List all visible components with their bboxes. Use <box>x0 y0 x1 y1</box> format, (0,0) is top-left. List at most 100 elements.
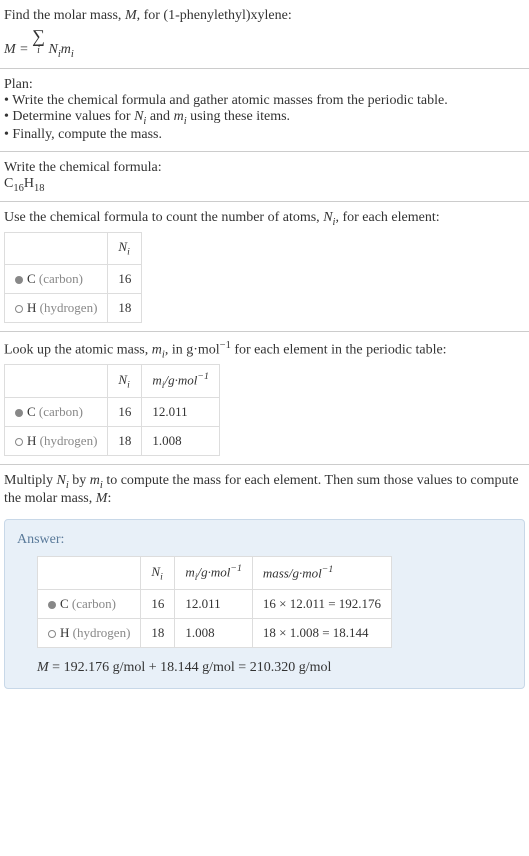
table-row: H (hydrogen) 18 <box>5 293 142 322</box>
mass-header: mass/g·mol−1 <box>252 556 391 589</box>
table-header-row: Ni mi/g·mol−1 <box>5 365 220 398</box>
element-cell: C (carbon) <box>5 264 108 293</box>
intro-var-m: M <box>125 8 137 23</box>
m-value: 12.011 <box>175 589 252 618</box>
intro-section: Find the molar mass, M, for (1-phenyleth… <box>0 0 529 69</box>
dot-icon <box>48 630 56 638</box>
element-cell: H (hydrogen) <box>5 427 108 456</box>
element-cell: H (hydrogen) <box>5 293 108 322</box>
molar-mass-formula: M = ∑i Nimi <box>4 26 525 60</box>
count-h-prefix: Use the chemical formula to count the nu… <box>4 210 323 225</box>
multiply-section: Multiply Ni by mi to compute the mass fo… <box>0 465 529 515</box>
m-value: 1.008 <box>142 427 219 456</box>
plan-b2-and: and <box>146 109 173 124</box>
formula-eq: = <box>16 42 32 57</box>
empty-header <box>5 365 108 398</box>
sigma-symbol: ∑ <box>32 26 45 47</box>
el-symbol: H <box>27 433 36 448</box>
intro-line: Find the molar mass, M, for (1-phenyleth… <box>4 8 525 24</box>
table-row: H (hydrogen) 18 1.008 <box>5 427 220 456</box>
plan-bullet-2: • Determine values for Ni and mi using t… <box>4 109 525 127</box>
sigma-wrap: ∑i <box>32 26 45 56</box>
n-value: 18 <box>108 427 142 456</box>
atomic-table: Ni mi/g·mol−1 C (carbon) 16 12.011 H (hy… <box>4 364 220 456</box>
mass-value: 16 × 12.011 = 192.176 <box>252 589 391 618</box>
chem-c: C <box>4 176 13 191</box>
atomic-h-mid: , in g·mol <box>165 342 220 357</box>
element-cell: C (carbon) <box>38 589 141 618</box>
table-row: H (hydrogen) 18 1.008 18 × 1.008 = 18.14… <box>38 618 392 647</box>
final-eq: = 192.176 g/mol + 18.144 g/mol = 210.320… <box>49 660 332 675</box>
intro-suffix: , for (1-phenylethyl)xylene: <box>137 8 292 23</box>
atomic-h-exp: −1 <box>220 340 231 351</box>
table-row: C (carbon) 16 <box>5 264 142 293</box>
n-header: Ni <box>108 233 142 265</box>
plan-section: Plan: • Write the chemical formula and g… <box>0 69 529 152</box>
n-header: Ni <box>108 365 142 398</box>
element-cell: H (hydrogen) <box>38 618 141 647</box>
el-symbol: C <box>27 404 36 419</box>
el-name: (carbon) <box>69 596 116 611</box>
table-header-row: Ni <box>5 233 142 265</box>
chem-h: H <box>24 176 34 191</box>
m-value: 12.011 <box>142 398 219 427</box>
chem-c-n: 16 <box>13 182 24 193</box>
plan-b2-m: m <box>174 109 184 124</box>
plan-bullet-3: • Finally, compute the mass. <box>4 127 525 143</box>
plan-bullet-1: • Write the chemical formula and gather … <box>4 93 525 109</box>
empty-header <box>38 556 141 589</box>
dot-icon <box>15 438 23 446</box>
atomic-h-m: m <box>152 342 162 357</box>
m-header: mi/g·mol−1 <box>142 365 219 398</box>
dot-icon <box>15 305 23 313</box>
el-name: (hydrogen) <box>69 625 130 640</box>
mult-m: m <box>90 473 100 488</box>
el-symbol: H <box>27 300 36 315</box>
dot-icon <box>48 601 56 609</box>
empty-header <box>5 233 108 265</box>
answer-box: Answer: Ni mi/g·mol−1 mass/g·mol−1 C (ca… <box>4 519 525 689</box>
el-symbol: H <box>60 625 69 640</box>
element-cell: C (carbon) <box>5 398 108 427</box>
table-header-row: Ni mi/g·mol−1 mass/g·mol−1 <box>38 556 392 589</box>
count-section: Use the chemical formula to count the nu… <box>0 202 529 331</box>
formula-n: N <box>48 42 57 57</box>
plan-heading: Plan: <box>4 77 525 93</box>
atomic-h-suffix: for each element in the periodic table: <box>231 342 447 357</box>
mult-n: N <box>57 473 66 488</box>
mult-by: by <box>69 473 90 488</box>
count-heading: Use the chemical formula to count the nu… <box>4 210 525 228</box>
final-answer: M = 192.176 g/mol + 18.144 g/mol = 210.3… <box>37 660 512 676</box>
atomic-mass-section: Look up the atomic mass, mi, in g·mol−1 … <box>0 332 529 465</box>
formula-lhs: M <box>4 42 16 57</box>
n-value: 16 <box>108 398 142 427</box>
el-name: (carbon) <box>36 271 83 286</box>
m-header: mi/g·mol−1 <box>175 556 252 589</box>
answer-label: Answer: <box>17 532 512 548</box>
chem-h-n: 18 <box>34 182 45 193</box>
mult-prefix: Multiply <box>4 473 57 488</box>
m-value: 1.008 <box>175 618 252 647</box>
n-header: Ni <box>141 556 175 589</box>
el-symbol: C <box>60 596 69 611</box>
formula-m: m <box>61 42 71 57</box>
multiply-heading: Multiply Ni by mi to compute the mass fo… <box>4 473 525 507</box>
n-value: 18 <box>141 618 175 647</box>
count-h-n: N <box>323 210 332 225</box>
formula-m-sub: i <box>71 49 74 60</box>
final-m: M <box>37 660 49 675</box>
atomic-h-prefix: Look up the atomic mass, <box>4 342 152 357</box>
table-row: C (carbon) 16 12.011 <box>5 398 220 427</box>
chemical-formula-section: Write the chemical formula: C16H18 <box>0 152 529 203</box>
count-table: Ni C (carbon) 16 H (hydrogen) 18 <box>4 232 142 323</box>
answer-table: Ni mi/g·mol−1 mass/g·mol−1 C (carbon) 16… <box>37 556 392 648</box>
mult-colon: : <box>107 491 111 506</box>
el-name: (hydrogen) <box>36 300 97 315</box>
n-value: 18 <box>108 293 142 322</box>
chemical-formula: C16H18 <box>4 176 525 194</box>
n-value: 16 <box>108 264 142 293</box>
el-symbol: C <box>27 271 36 286</box>
mass-value: 18 × 1.008 = 18.144 <box>252 618 391 647</box>
intro-text: Find the molar mass, <box>4 8 125 23</box>
count-h-suffix: , for each element: <box>335 210 439 225</box>
